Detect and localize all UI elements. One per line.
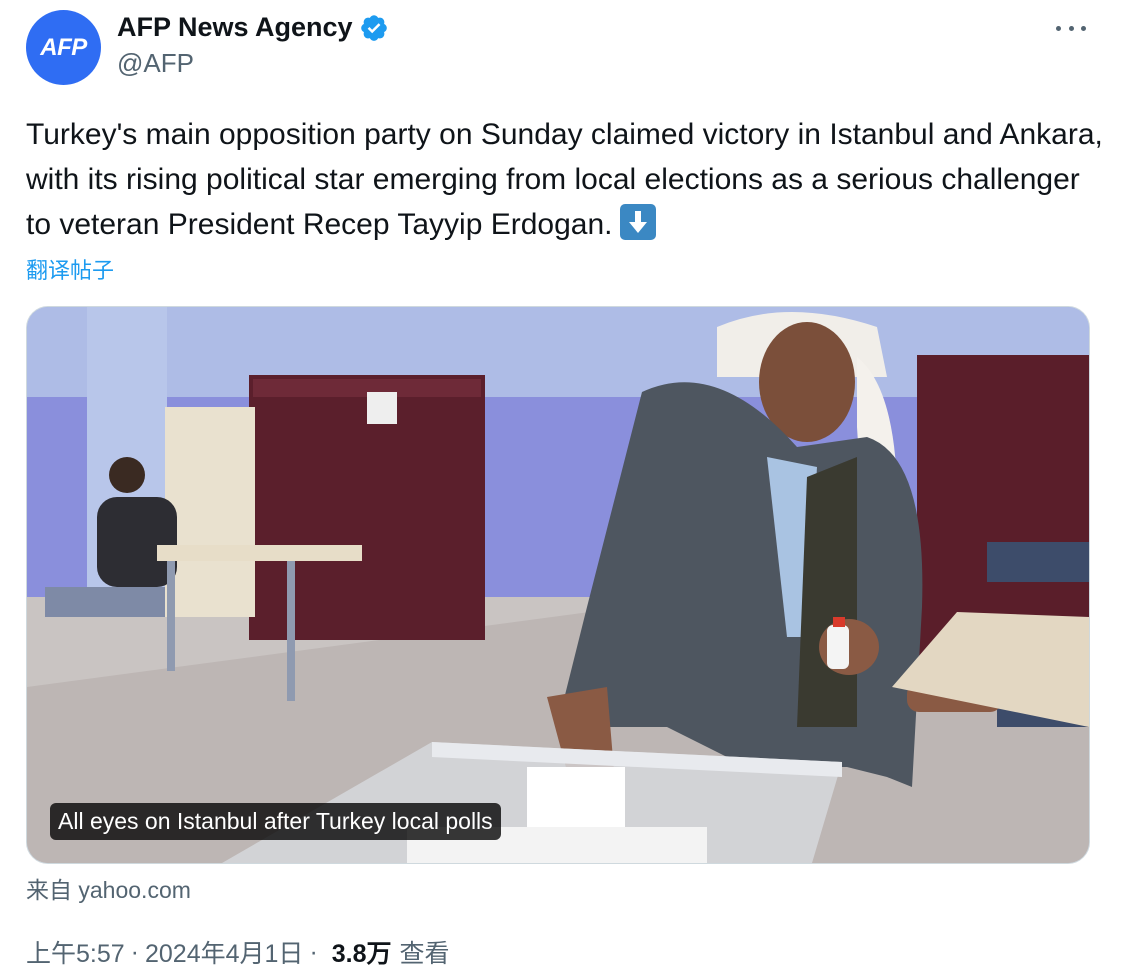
author-name-row[interactable]: AFP News Agency bbox=[117, 12, 389, 43]
separator: · bbox=[130, 937, 139, 966]
more-dots-icon bbox=[1068, 25, 1074, 31]
avatar[interactable]: AFP bbox=[26, 10, 101, 85]
media-image[interactable] bbox=[26, 306, 1090, 864]
post-date[interactable]: 2024年4月1日 bbox=[145, 934, 303, 970]
tweet-text: Turkey's main opposition party on Sunday… bbox=[26, 112, 1106, 247]
tweet-meta: 上午5:57 · 2024年4月1日 · 3.8万 查看 bbox=[26, 934, 450, 970]
views-label: 查看 bbox=[399, 940, 450, 968]
post-time[interactable]: 上午5:57 bbox=[26, 934, 125, 970]
translate-post-link[interactable]: 翻译帖子 bbox=[26, 253, 114, 285]
views-count: 3.8万 bbox=[331, 940, 392, 968]
author-display-name[interactable]: AFP News Agency bbox=[117, 12, 353, 43]
voting-photo bbox=[27, 307, 1089, 863]
avatar-logo-text: AFP bbox=[40, 33, 87, 61]
separator: · bbox=[309, 937, 318, 966]
author-handle[interactable]: @AFP bbox=[117, 48, 194, 79]
link-source[interactable]: 来自 yahoo.com bbox=[26, 871, 191, 905]
verified-badge-icon bbox=[360, 14, 387, 41]
more-options-button[interactable] bbox=[1056, 18, 1086, 38]
media-caption[interactable]: All eyes on Istanbul after Turkey local … bbox=[50, 803, 501, 840]
more-dots-icon bbox=[1081, 25, 1086, 31]
down-arrow-icon bbox=[620, 204, 657, 240]
tweet-body: Turkey's main opposition party on Sunday… bbox=[26, 118, 1103, 241]
more-dots-icon bbox=[1056, 25, 1061, 31]
